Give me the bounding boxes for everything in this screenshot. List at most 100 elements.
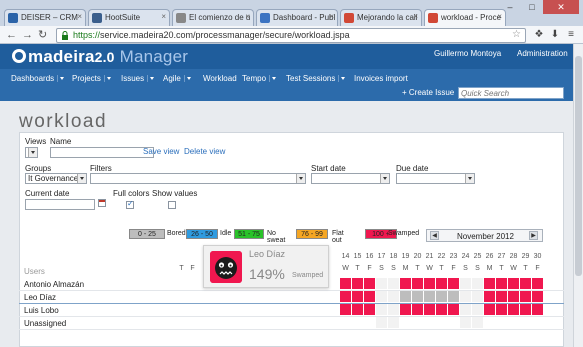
- workload-cell[interactable]: [400, 278, 411, 289]
- browser-tab[interactable]: HootSuite ×: [88, 9, 170, 26]
- nav-item-invoices-import[interactable]: Invoices import: [354, 74, 408, 83]
- workload-cell[interactable]: [460, 278, 471, 289]
- chevron-down-icon[interactable]: [183, 75, 191, 82]
- next-month-icon[interactable]: ▶: [529, 231, 538, 240]
- forward-icon[interactable]: →: [22, 28, 33, 42]
- extension-icon[interactable]: ❖: [533, 29, 545, 41]
- browser-tab[interactable]: workload - Proce ×: [424, 9, 506, 26]
- user-row-name[interactable]: Unassigned: [24, 319, 66, 328]
- browser-tab[interactable]: El comienzo de u ×: [172, 9, 254, 26]
- nav-item-workload[interactable]: Workload: [203, 74, 237, 83]
- workload-cell[interactable]: [388, 278, 399, 289]
- delete-view-link[interactable]: Delete view: [184, 147, 225, 156]
- workload-cell[interactable]: [424, 304, 435, 315]
- chevron-down-icon[interactable]: [269, 75, 277, 82]
- workload-cell[interactable]: [460, 317, 471, 328]
- tab-close-icon[interactable]: ×: [329, 12, 334, 21]
- workload-cell[interactable]: [532, 278, 543, 289]
- nav-item-issues[interactable]: Issues: [121, 74, 155, 83]
- workload-cell[interactable]: [448, 291, 459, 302]
- due-date-select[interactable]: [396, 173, 475, 184]
- scrollbar-thumb[interactable]: [575, 56, 582, 276]
- nav-item-projects[interactable]: Projects: [72, 74, 111, 83]
- workload-cell[interactable]: [532, 304, 543, 315]
- workload-cell[interactable]: [496, 304, 507, 315]
- app-logo[interactable]: madeira2.0 Manager: [12, 47, 188, 67]
- workload-cell[interactable]: [352, 278, 363, 289]
- administration-link[interactable]: Administration: [517, 49, 568, 58]
- workload-cell[interactable]: [340, 291, 351, 302]
- workload-cell[interactable]: [340, 278, 351, 289]
- close-window-button[interactable]: ✕: [543, 0, 579, 14]
- chevron-down-icon[interactable]: [147, 75, 155, 82]
- view-name-input[interactable]: [50, 147, 154, 158]
- workload-cell[interactable]: [424, 278, 435, 289]
- nav-item-test-sessions[interactable]: Test Sessions: [286, 74, 346, 83]
- workload-cell[interactable]: [436, 278, 447, 289]
- tab-close-icon[interactable]: ×: [245, 12, 250, 21]
- tab-close-icon[interactable]: ×: [77, 12, 82, 21]
- start-date-select[interactable]: [311, 173, 390, 184]
- workload-cell[interactable]: [376, 304, 387, 315]
- chevron-down-icon[interactable]: [57, 75, 65, 82]
- workload-cell[interactable]: [484, 278, 495, 289]
- workload-cell[interactable]: [364, 304, 375, 315]
- groups-select[interactable]: It Governance: [25, 173, 87, 184]
- workload-cell[interactable]: [520, 291, 531, 302]
- workload-cell[interactable]: [472, 317, 483, 328]
- bookmark-star-icon[interactable]: ☆: [512, 29, 521, 40]
- workload-cell[interactable]: [364, 278, 375, 289]
- user-row-name[interactable]: Leo Díaz: [24, 293, 56, 302]
- page-scrollbar[interactable]: [573, 44, 583, 347]
- workload-cell[interactable]: [400, 291, 411, 302]
- workload-cell[interactable]: [448, 304, 459, 315]
- user-menu[interactable]: Guillermo Montoya: [434, 49, 501, 58]
- nav-item-dashboards[interactable]: Dashboards: [11, 74, 65, 83]
- nav-item-tempo[interactable]: Tempo: [242, 74, 277, 83]
- save-view-link[interactable]: Save view: [143, 147, 179, 156]
- views-select[interactable]: [25, 147, 38, 158]
- browser-tab[interactable]: DEISER – CRM ×: [4, 9, 86, 26]
- tab-close-icon[interactable]: ×: [161, 12, 166, 21]
- download-icon[interactable]: ⬇: [549, 29, 561, 41]
- nav-item-agile[interactable]: Agile: [163, 74, 191, 83]
- tab-close-icon[interactable]: ×: [413, 12, 418, 21]
- workload-cell[interactable]: [460, 291, 471, 302]
- workload-cell[interactable]: [472, 291, 483, 302]
- full-colors-checkbox[interactable]: [126, 199, 134, 209]
- workload-cell[interactable]: [340, 304, 351, 315]
- workload-cell[interactable]: [364, 291, 375, 302]
- tab-close-icon[interactable]: ×: [497, 12, 502, 21]
- workload-cell[interactable]: [508, 304, 519, 315]
- browser-tab[interactable]: Dashboard - Publ ×: [256, 9, 338, 26]
- workload-cell[interactable]: [508, 278, 519, 289]
- calendar-icon[interactable]: [98, 199, 106, 207]
- workload-cell[interactable]: [412, 291, 423, 302]
- workload-cell[interactable]: [496, 291, 507, 302]
- workload-cell[interactable]: [436, 291, 447, 302]
- chevron-down-icon[interactable]: [338, 75, 346, 82]
- chevron-down-icon[interactable]: [103, 75, 111, 82]
- workload-cell[interactable]: [400, 304, 411, 315]
- workload-cell[interactable]: [412, 304, 423, 315]
- workload-cell[interactable]: [388, 291, 399, 302]
- workload-cell[interactable]: [496, 278, 507, 289]
- reload-icon[interactable]: ↻: [38, 28, 47, 42]
- workload-cell[interactable]: [352, 304, 363, 315]
- workload-cell[interactable]: [388, 317, 399, 328]
- workload-cell[interactable]: [376, 291, 387, 302]
- workload-cell[interactable]: [352, 291, 363, 302]
- user-row-name[interactable]: Luis Lobo: [24, 306, 59, 315]
- current-date-input[interactable]: [25, 199, 95, 210]
- workload-cell[interactable]: [376, 278, 387, 289]
- create-issue-button[interactable]: + Create Issue: [402, 88, 454, 97]
- workload-cell[interactable]: [436, 304, 447, 315]
- browser-tab[interactable]: Mejorando la cali ×: [340, 9, 422, 26]
- workload-cell[interactable]: [388, 304, 399, 315]
- user-row-name[interactable]: Antonio Almazán: [24, 280, 84, 289]
- workload-cell[interactable]: [376, 317, 387, 328]
- filters-select[interactable]: [90, 173, 306, 184]
- workload-cell[interactable]: [472, 304, 483, 315]
- back-icon[interactable]: ←: [6, 28, 17, 42]
- quick-search-input[interactable]: [458, 87, 564, 99]
